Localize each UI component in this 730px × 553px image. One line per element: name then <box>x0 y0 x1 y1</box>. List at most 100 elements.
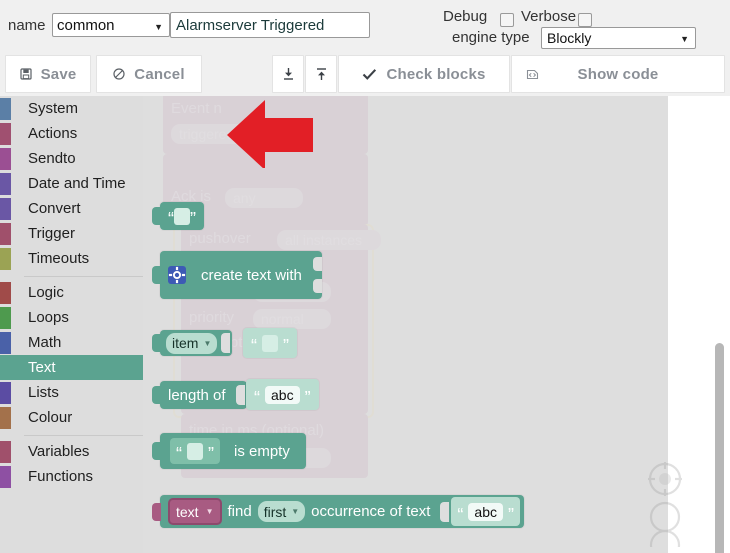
blockly-toolbox[interactable]: System Actions Sendto Date and Time Conv… <box>0 96 143 553</box>
category-label: Functions <box>28 468 94 485</box>
text-string-block[interactable]: “ ” <box>243 328 297 358</box>
sidebar-item-lists[interactable]: Lists <box>0 380 143 405</box>
chevron-down-icon: ▼ <box>154 22 163 32</box>
check-blocks-button[interactable]: Check blocks <box>338 55 510 93</box>
chevron-down-icon: ▼ <box>203 338 212 348</box>
flyout-scrim <box>143 96 668 553</box>
text-append-block[interactable]: item ▼ <box>152 330 233 356</box>
toolbox-divider <box>24 276 143 277</box>
sidebar-item-text[interactable]: Text <box>0 355 143 380</box>
category-label: Lists <box>28 384 59 401</box>
debug-label: Debug <box>443 8 488 25</box>
cancel-button[interactable]: Cancel <box>96 55 202 93</box>
workspace-zoom-controls[interactable] <box>647 461 683 553</box>
sidebar-item-trigger[interactable]: Trigger <box>0 221 143 246</box>
block-output-plug <box>152 386 161 404</box>
verbose-checkbox[interactable] <box>578 13 592 27</box>
category-label: Logic <box>28 284 64 301</box>
category-colour-swatch <box>0 306 11 329</box>
text-string-block[interactable]: “ ” <box>152 202 204 230</box>
sidebar-item-variables[interactable]: Variables <box>0 439 143 464</box>
text-string-field[interactable] <box>174 207 190 225</box>
text-string-block[interactable]: “ abc ” <box>246 379 319 410</box>
variable-dropdown-item[interactable]: item ▼ <box>166 332 218 354</box>
cancel-button-label: Cancel <box>134 65 185 83</box>
category-colour-swatch <box>0 247 11 270</box>
scope-select-value: common <box>57 16 115 34</box>
sidebar-item-sendto[interactable]: Sendto <box>0 146 143 171</box>
block-input-socket <box>313 279 322 293</box>
category-label: Loops <box>28 309 69 326</box>
workspace-vertical-scrollbar[interactable] <box>715 343 724 553</box>
toolbox-divider <box>24 435 143 436</box>
upload-icon <box>315 67 328 81</box>
length-of-label: length of <box>168 386 226 404</box>
code-page-icon <box>526 68 539 81</box>
name-label: name <box>8 17 46 34</box>
category-colour-swatch <box>0 281 11 304</box>
variable-name: text <box>176 503 199 520</box>
block-output-plug <box>152 207 161 225</box>
block-output-plug <box>152 502 161 521</box>
sidebar-item-convert[interactable]: Convert <box>0 196 143 221</box>
floppy-disk-icon <box>19 68 32 80</box>
category-colour-swatch <box>0 122 11 145</box>
category-label: Text <box>28 359 56 376</box>
scope-select[interactable]: common ▼ <box>52 13 170 37</box>
gear-icon[interactable] <box>168 266 186 284</box>
variable-dropdown-text[interactable]: text ▼ <box>168 498 222 525</box>
find-label: find <box>227 503 252 520</box>
import-blocks-button[interactable] <box>272 55 304 93</box>
occurrence-value: first <box>263 503 287 520</box>
engine-type-select[interactable]: Blockly ▼ <box>541 27 696 49</box>
category-colour-swatch <box>0 331 11 354</box>
category-colour-swatch <box>0 172 11 195</box>
sidebar-item-functions[interactable]: Functions <box>0 464 143 489</box>
category-label: Variables <box>28 443 90 460</box>
script-name-input[interactable]: Alarmserver Triggered <box>170 12 370 38</box>
occurrence-dropdown[interactable]: first ▼ <box>257 501 306 522</box>
save-button[interactable]: Save <box>5 55 91 93</box>
category-colour-swatch <box>0 381 11 404</box>
form-header-bar: name common ▼ Alarmserver Triggered Debu… <box>0 0 730 54</box>
show-code-label: Show code <box>577 65 659 83</box>
text-string-field[interactable] <box>187 442 203 460</box>
block-input-socket <box>440 501 450 522</box>
debug-checkbox[interactable] <box>500 13 514 27</box>
text-string-field[interactable]: abc <box>265 385 300 404</box>
category-label: Date and Time <box>28 175 126 192</box>
text-string-block[interactable]: “ abc ” <box>451 497 520 526</box>
text-string-field[interactable] <box>262 334 278 352</box>
block-output-plug <box>152 266 161 284</box>
text-is-empty-block[interactable]: “ ” is empty <box>152 433 306 469</box>
check-blocks-label: Check blocks <box>386 65 486 83</box>
show-code-button[interactable]: Show code <box>511 55 725 93</box>
create-text-with-label: create text with <box>201 266 302 284</box>
text-string-field[interactable]: abc <box>468 502 503 521</box>
category-colour-swatch <box>0 356 11 379</box>
text-string-block[interactable]: “ ” <box>170 438 220 464</box>
engine-type-label: engine type <box>452 29 530 46</box>
block-input-socket <box>313 257 322 271</box>
sidebar-item-date-and-time[interactable]: Date and Time <box>0 171 143 196</box>
verbose-label: Verbose <box>521 8 577 25</box>
sidebar-item-loops[interactable]: Loops <box>0 305 143 330</box>
is-empty-label: is empty <box>234 442 290 460</box>
blockly-workspace[interactable]: System Actions Sendto Date and Time Conv… <box>0 96 730 553</box>
sidebar-item-system[interactable]: System <box>0 96 143 121</box>
block-input-socket <box>221 333 231 353</box>
category-colour-swatch <box>0 197 11 220</box>
sidebar-item-math[interactable]: Math <box>0 330 143 355</box>
create-text-with-block[interactable]: create text with <box>152 251 322 299</box>
text-index-of-block[interactable]: text ▼ find first ▼ occurrence of text “… <box>152 495 524 528</box>
sidebar-item-actions[interactable]: Actions <box>0 121 143 146</box>
sidebar-item-logic[interactable]: Logic <box>0 280 143 305</box>
red-left-arrow-annotation <box>225 98 315 170</box>
no-entry-icon <box>113 68 125 80</box>
export-blocks-button[interactable] <box>305 55 337 93</box>
category-colour-swatch <box>0 465 11 488</box>
sidebar-item-timeouts[interactable]: Timeouts <box>0 246 143 271</box>
sidebar-item-colour[interactable]: Colour <box>0 405 143 430</box>
text-length-block[interactable]: length of <box>152 381 247 409</box>
action-toolbar: Save Cancel Check blocks Show code <box>0 55 730 95</box>
